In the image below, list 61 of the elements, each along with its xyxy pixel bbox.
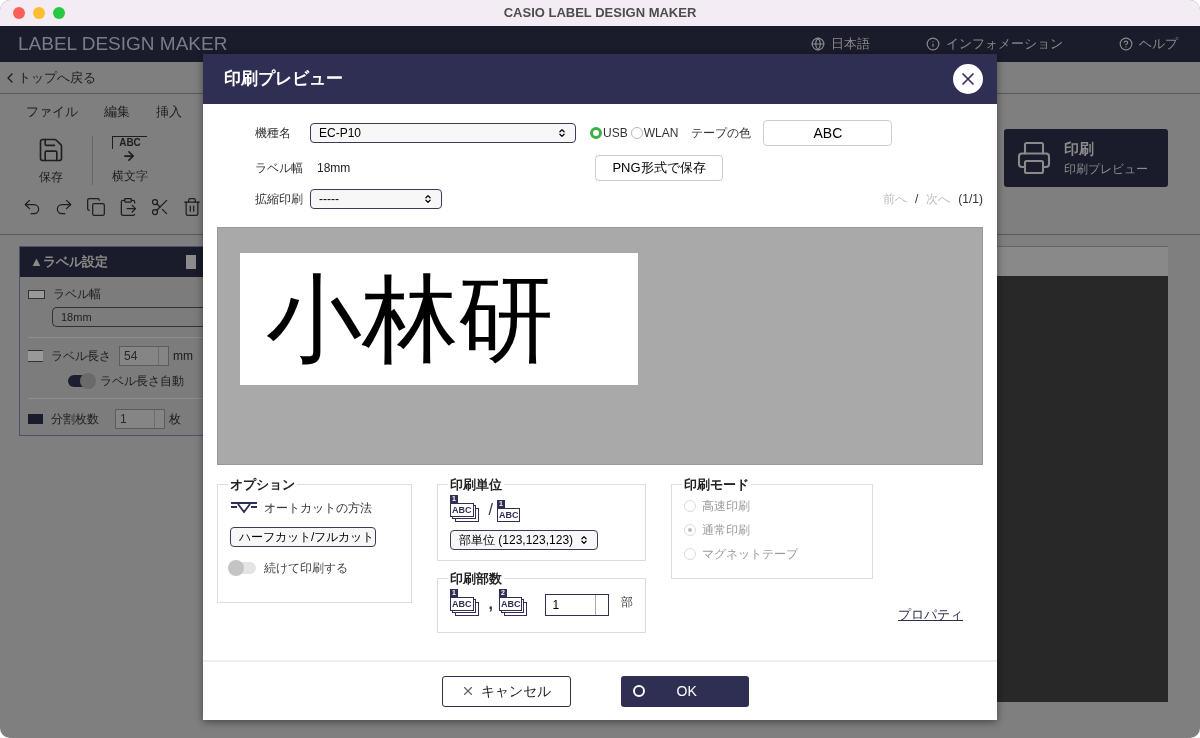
header-link[interactable]: 日本語 [811,34,870,54]
window-title: CASIO LABEL DESIGN MAKER [503,4,697,23]
panel-title: ▲ラベル設定 [30,253,108,272]
autocut-select[interactable]: ハーフカット/フルカット [230,526,376,547]
save-png-button[interactable]: PNG形式で保存 [595,155,723,181]
menu-item[interactable]: 挿入 [156,102,182,122]
print-title: 印刷 [1064,138,1094,159]
section-title: 印刷部数 [449,570,503,588]
setting-label: ラベル幅 [53,286,101,303]
label-width-value: 18mm [317,160,352,177]
tape-color-field[interactable]: ABC [763,120,893,146]
number-field[interactable]: 1 [115,409,165,429]
label-text: 小林研 [266,271,554,367]
unit-label: 部 [621,594,634,611]
dialog-title: 印刷プレビュー [224,68,343,91]
section-title: 印刷単位 [449,476,503,494]
radio-label: 通常印刷 [702,521,751,539]
tool-button[interactable]: 保存 [18,136,84,186]
unit-label: mm [173,348,193,365]
header-link[interactable]: ヘルプ [1119,34,1178,54]
field-label: 機種名 [255,125,292,142]
toggle-label: ラベル長さ自動 [100,373,184,390]
field-label: 拡縮印刷 [255,191,304,208]
cancel-button[interactable]: キャンセル [441,675,571,707]
tool-button[interactable]: ABC 横文字 [92,136,158,185]
document-stack-icon: ABC [450,596,479,616]
radio-label: USB [603,125,628,142]
document-stack-icon: ABC [450,502,479,522]
separator-text: / [488,499,493,520]
print-subtitle: 印刷プレビュー [1064,161,1148,179]
radio-label: マグネットテープ [702,545,799,563]
autocut-label: オートカットの方法 [264,499,372,517]
app-title: LABEL DESIGN MAKER [18,31,228,56]
copies-field[interactable]: 1 [545,593,610,616]
sample-text: ABC [112,136,147,149]
toggle-label: 続けて印刷する [264,559,348,577]
page-count: (1/1) [958,191,983,208]
number-field[interactable]: 54 [119,346,169,366]
back-link[interactable]: トップへ戻る [2,67,96,88]
print-unit-select[interactable]: 部単位 (123,123,123) [450,529,598,550]
document-stack-icon: ABC [498,596,528,616]
menu-item[interactable]: ファイル [26,102,78,122]
print-button[interactable]: 印刷 印刷プレビュー [1004,129,1168,187]
ok-button[interactable]: OK [620,675,749,707]
unit-label: 枚 [169,411,181,428]
setting-label: ラベル長さ [51,348,111,365]
model-select[interactable]: EC-P10 [310,123,576,143]
properties-link[interactable]: プロパティ [898,605,963,625]
setting-label: 分割枚数 [51,411,99,428]
scale-select[interactable]: ----- [310,189,442,209]
header-link[interactable]: インフォメーション [926,34,1063,54]
radio-label: 高速印刷 [702,497,751,515]
menu-item[interactable]: 編集 [104,102,130,122]
section-title: 印刷モード [683,476,751,494]
pager-separator: / [914,191,919,208]
separator-text: , [488,593,493,614]
radio-label: WLAN [643,125,679,142]
document-icon: ABC [496,507,521,522]
field-label: ラベル幅 [255,160,304,177]
field-label: テープの色 [691,125,752,142]
section-title: オプション [229,476,296,494]
